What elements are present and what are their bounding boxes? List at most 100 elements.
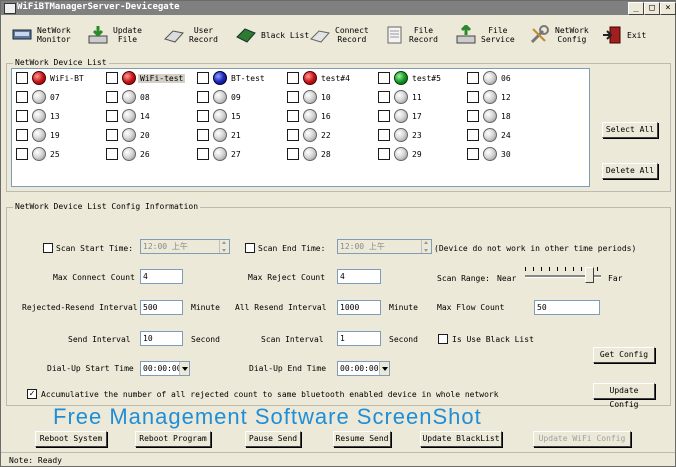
device-name[interactable]: 26: [138, 150, 152, 159]
get-config-button[interactable]: Get Config: [593, 347, 655, 363]
device-name[interactable]: 14: [138, 112, 152, 121]
device-checkbox[interactable]: [16, 148, 28, 160]
device-checkbox[interactable]: [106, 110, 118, 122]
device-checkbox[interactable]: [287, 110, 299, 122]
device-name[interactable]: 11: [410, 93, 424, 102]
device-item[interactable]: 10: [287, 89, 333, 105]
device-name[interactable]: 21: [229, 131, 243, 140]
device-name[interactable]: 24: [499, 131, 513, 140]
device-checkbox[interactable]: [197, 129, 209, 141]
toolbar-user-record[interactable]: User Record: [163, 20, 218, 50]
device-item[interactable]: 29: [378, 146, 424, 162]
device-name[interactable]: 15: [229, 112, 243, 121]
minimize-button[interactable]: _: [628, 2, 644, 15]
device-checkbox[interactable]: [467, 148, 479, 160]
maximize-button[interactable]: □: [644, 2, 660, 15]
device-name[interactable]: 12: [499, 93, 513, 102]
device-name[interactable]: 07: [48, 93, 62, 102]
device-checkbox[interactable]: [197, 72, 209, 84]
scan-range-slider[interactable]: [525, 267, 603, 287]
device-checkbox[interactable]: [467, 91, 479, 103]
device-checkbox[interactable]: [16, 91, 28, 103]
device-checkbox[interactable]: [16, 110, 28, 122]
delete-all-button[interactable]: Delete All: [602, 163, 658, 179]
device-checkbox[interactable]: [16, 72, 28, 84]
reboot-program-button[interactable]: Reboot Program: [135, 431, 211, 447]
scan-interval-input[interactable]: 1: [337, 331, 381, 346]
device-item[interactable]: 19: [16, 127, 62, 143]
toolbar-update-file[interactable]: Update File: [87, 20, 142, 50]
device-checkbox[interactable]: [16, 129, 28, 141]
device-checkbox[interactable]: [378, 110, 390, 122]
device-item[interactable]: 15: [197, 108, 243, 124]
device-name[interactable]: 16: [319, 112, 333, 121]
spin-icon[interactable]: [219, 240, 229, 253]
scan-end-checkbox[interactable]: [245, 243, 255, 253]
device-item[interactable]: 28: [287, 146, 333, 162]
dropdown-arrow-icon[interactable]: [379, 362, 389, 375]
device-checkbox[interactable]: [378, 129, 390, 141]
device-item[interactable]: 25: [16, 146, 62, 162]
dialup-start-select[interactable]: 00:00:00: [140, 361, 190, 376]
device-item[interactable]: 18: [467, 108, 513, 124]
device-checkbox[interactable]: [378, 72, 390, 84]
device-item[interactable]: 22: [287, 127, 333, 143]
max-flow-input[interactable]: 50: [534, 300, 600, 315]
device-name[interactable]: test#5: [410, 74, 443, 83]
dialup-end-select[interactable]: 00:00:00: [337, 361, 390, 376]
accumulative-checkbox[interactable]: ✓: [27, 389, 37, 399]
device-item[interactable]: 06: [467, 70, 513, 86]
select-all-button[interactable]: Select All: [602, 122, 658, 138]
device-checkbox[interactable]: [378, 91, 390, 103]
device-checkbox[interactable]: [467, 129, 479, 141]
device-checkbox[interactable]: [106, 91, 118, 103]
device-item[interactable]: 11: [378, 89, 424, 105]
all-resend-input[interactable]: 1000: [337, 300, 381, 315]
device-name[interactable]: 22: [319, 131, 333, 140]
resume-send-button[interactable]: Resume Send: [333, 431, 391, 447]
device-checkbox[interactable]: [287, 91, 299, 103]
device-checkbox[interactable]: [106, 148, 118, 160]
device-name[interactable]: 27: [229, 150, 243, 159]
toolbar-black-list[interactable]: Black List: [235, 20, 309, 50]
scan-start-checkbox[interactable]: [43, 243, 53, 253]
device-item[interactable]: 27: [197, 146, 243, 162]
device-name[interactable]: test#4: [319, 74, 352, 83]
device-item[interactable]: 16: [287, 108, 333, 124]
toolbar-network-config[interactable]: NetWork Config: [529, 20, 589, 50]
device-name[interactable]: 29: [410, 150, 424, 159]
device-item[interactable]: 09: [197, 89, 243, 105]
device-checkbox[interactable]: [378, 148, 390, 160]
device-checkbox[interactable]: [197, 91, 209, 103]
toolbar-file-record[interactable]: File Record: [383, 20, 438, 50]
device-name[interactable]: 23: [410, 131, 424, 140]
device-name[interactable]: 18: [499, 112, 513, 121]
device-name[interactable]: BT-test: [229, 74, 267, 83]
device-item[interactable]: WiFi-test: [106, 70, 186, 86]
device-name[interactable]: WiFi-test: [138, 73, 186, 83]
toolbar-network-monitor[interactable]: NetWork Monitor: [11, 20, 71, 50]
device-item[interactable]: 12: [467, 89, 513, 105]
device-name[interactable]: 17: [410, 112, 424, 121]
device-name[interactable]: 08: [138, 93, 152, 102]
send-interval-input[interactable]: 10: [140, 331, 183, 346]
device-checkbox[interactable]: [467, 110, 479, 122]
device-item[interactable]: 17: [378, 108, 424, 124]
update-config-button[interactable]: Update Config: [593, 383, 655, 409]
device-item[interactable]: 30: [467, 146, 513, 162]
update-blacklist-button[interactable]: Update BlackList: [420, 431, 502, 447]
close-button[interactable]: ×: [660, 2, 676, 15]
device-name[interactable]: 09: [229, 93, 243, 102]
spin-icon[interactable]: [421, 240, 431, 253]
device-item[interactable]: 14: [106, 108, 152, 124]
device-name[interactable]: 28: [319, 150, 333, 159]
device-name[interactable]: 30: [499, 150, 513, 159]
device-item[interactable]: 07: [16, 89, 62, 105]
max-reject-input[interactable]: 4: [337, 269, 381, 284]
device-name[interactable]: 10: [319, 93, 333, 102]
device-item[interactable]: WiFi-BT: [16, 70, 86, 86]
device-name[interactable]: 19: [48, 131, 62, 140]
device-name[interactable]: WiFi-BT: [48, 74, 86, 83]
device-name[interactable]: 25: [48, 150, 62, 159]
use-black-list-checkbox[interactable]: [438, 334, 448, 344]
